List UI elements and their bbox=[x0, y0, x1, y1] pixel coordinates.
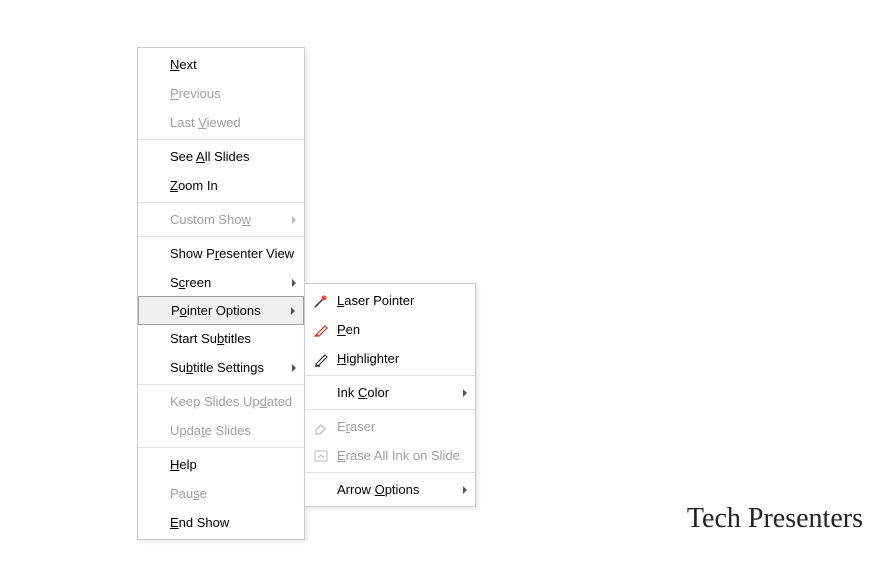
menu-label: Subtitle Settings bbox=[170, 360, 264, 375]
menu-item-see-all-slides[interactable]: See All Slides bbox=[138, 142, 304, 171]
menu-label: Next bbox=[170, 57, 197, 72]
menu-item-zoom-in[interactable]: Zoom In bbox=[138, 171, 304, 200]
menu-item-show-presenter-view[interactable]: Show Presenter View bbox=[138, 239, 304, 268]
menu-divider bbox=[305, 472, 475, 473]
menu-label: Pen bbox=[337, 322, 360, 337]
menu-divider bbox=[138, 236, 304, 237]
menu-divider bbox=[138, 447, 304, 448]
menu-label: See All Slides bbox=[170, 149, 250, 164]
menu-item-keep-slides-updated: Keep Slides Updated bbox=[138, 387, 304, 416]
chevron-right-icon bbox=[463, 486, 467, 494]
menu-item-subtitle-settings[interactable]: Subtitle Settings bbox=[138, 353, 304, 382]
menu-label: Last Viewed bbox=[170, 115, 241, 130]
erase-all-icon bbox=[313, 448, 329, 464]
menu-item-highlighter[interactable]: Highlighter bbox=[305, 344, 475, 373]
menu-item-pen[interactable]: Pen bbox=[305, 315, 475, 344]
menu-label: Update Slides bbox=[170, 423, 251, 438]
menu-item-update-slides: Update Slides bbox=[138, 416, 304, 445]
menu-item-pointer-options[interactable]: Pointer Options bbox=[138, 296, 304, 325]
menu-item-last-viewed: Last Viewed bbox=[138, 108, 304, 137]
menu-label: Ink Color bbox=[337, 385, 389, 400]
menu-item-previous: Previous bbox=[138, 79, 304, 108]
chevron-right-icon bbox=[292, 216, 296, 224]
menu-label: Eraser bbox=[337, 419, 375, 434]
menu-item-help[interactable]: Help bbox=[138, 450, 304, 479]
menu-item-next[interactable]: Next bbox=[138, 50, 304, 79]
menu-item-eraser: Eraser bbox=[305, 412, 475, 441]
menu-label: Erase All Ink on Slide bbox=[337, 448, 460, 463]
menu-item-laser-pointer[interactable]: Laser Pointer bbox=[305, 286, 475, 315]
pen-icon bbox=[313, 322, 329, 338]
menu-item-pause: Pause bbox=[138, 479, 304, 508]
menu-label: Start Subtitles bbox=[170, 331, 251, 346]
chevron-right-icon bbox=[291, 307, 295, 315]
eraser-icon bbox=[313, 419, 329, 435]
menu-divider bbox=[138, 202, 304, 203]
highlighter-icon bbox=[313, 351, 329, 367]
context-menu-pointer-options: Laser Pointer Pen Highlighter Ink Color bbox=[304, 283, 476, 507]
chevron-right-icon bbox=[292, 279, 296, 287]
menu-label: Custom Show bbox=[170, 212, 251, 227]
laser-pointer-icon bbox=[313, 293, 329, 309]
menu-label: End Show bbox=[170, 515, 229, 530]
menu-label: Keep Slides Updated bbox=[170, 394, 292, 409]
menu-label: Screen bbox=[170, 275, 211, 290]
menu-label: Show Presenter View bbox=[170, 246, 294, 261]
menu-label: Highlighter bbox=[337, 351, 399, 366]
chevron-right-icon bbox=[292, 364, 296, 372]
menu-item-screen[interactable]: Screen bbox=[138, 268, 304, 297]
menu-divider bbox=[305, 375, 475, 376]
menu-label: Previous bbox=[170, 86, 221, 101]
menu-label: Arrow Options bbox=[337, 482, 419, 497]
menu-divider bbox=[138, 139, 304, 140]
watermark-text: Tech Presenters bbox=[687, 503, 863, 535]
menu-item-custom-show: Custom Show bbox=[138, 205, 304, 234]
menu-item-erase-all-ink: Erase All Ink on Slide bbox=[305, 441, 475, 470]
menu-label: Zoom In bbox=[170, 178, 218, 193]
context-menu-main: Next Previous Last Viewed See All Slides… bbox=[137, 47, 305, 540]
chevron-right-icon bbox=[463, 389, 467, 397]
menu-label: Pause bbox=[170, 486, 207, 501]
menu-item-arrow-options[interactable]: Arrow Options bbox=[305, 475, 475, 504]
menu-label: Help bbox=[170, 457, 197, 472]
menu-divider bbox=[305, 409, 475, 410]
menu-label: Laser Pointer bbox=[337, 293, 414, 308]
menu-divider bbox=[138, 384, 304, 385]
menu-item-ink-color[interactable]: Ink Color bbox=[305, 378, 475, 407]
menu-item-end-show[interactable]: End Show bbox=[138, 508, 304, 537]
menu-item-start-subtitles[interactable]: Start Subtitles bbox=[138, 324, 304, 353]
menu-label: Pointer Options bbox=[171, 303, 261, 318]
